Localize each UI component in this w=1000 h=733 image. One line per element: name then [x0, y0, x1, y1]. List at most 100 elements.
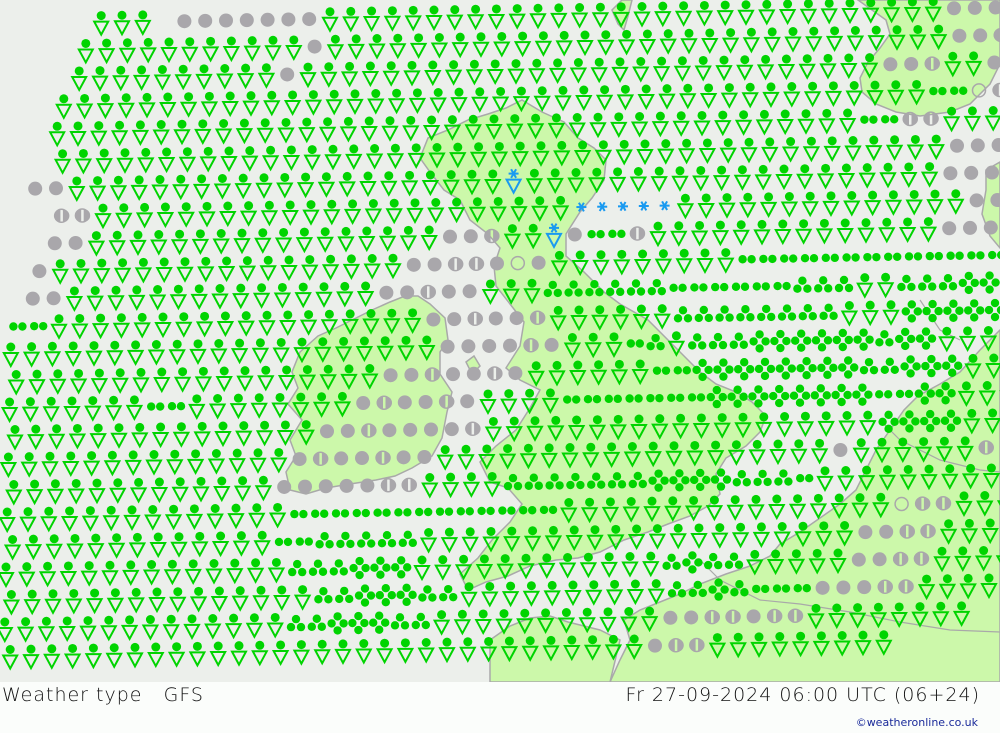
- rain-shower-icon: [812, 631, 831, 657]
- rain-shower-icon: [561, 443, 579, 469]
- partly-cloudy-icon: [689, 637, 705, 653]
- rain-shower-icon: [696, 248, 714, 275]
- rain-shower-icon: [85, 341, 103, 367]
- rain-shower-icon: [442, 170, 460, 196]
- rain-shower-icon: [84, 643, 103, 670]
- rain-shower-icon: [147, 642, 165, 669]
- credit-link[interactable]: ©weatheronline.co.uk: [856, 716, 978, 729]
- partly-cloudy-icon: [53, 208, 70, 224]
- rain-shower-icon: [170, 229, 189, 256]
- rain-shower-icon: [417, 638, 435, 664]
- rain-shower-icon: [511, 141, 529, 168]
- heavy-rain-icon: [769, 384, 790, 408]
- rain-shower-icon: [134, 257, 153, 284]
- rain-shower-icon: [385, 198, 403, 225]
- rain-shower-icon: [51, 259, 69, 285]
- light-rain-icon: [690, 283, 708, 292]
- rain-shower-icon: [0, 507, 16, 534]
- rain-shower-icon: [815, 521, 833, 547]
- rain-shower-icon: [251, 338, 270, 364]
- rain-shower-icon: [808, 548, 826, 575]
- moderate-rain-icon: [626, 279, 646, 296]
- rain-shower-icon: [981, 518, 999, 545]
- rain-shower-icon: [27, 424, 45, 451]
- rain-shower-icon: [466, 4, 485, 31]
- rain-shower-icon: [900, 162, 918, 189]
- heavy-rain-icon: [811, 329, 833, 352]
- rain-shower-icon: [493, 31, 511, 58]
- rain-shower-icon: [481, 581, 499, 608]
- heavy-rain-icon: [749, 330, 770, 353]
- overcast-icon: [460, 394, 475, 409]
- light-rain-icon: [290, 509, 308, 519]
- rain-shower-icon: [630, 414, 648, 441]
- heavy-rain-icon: [369, 611, 390, 634]
- rain-shower-icon: [157, 147, 176, 174]
- rain-shower-icon: [807, 603, 825, 630]
- rain-shower-icon: [862, 0, 880, 24]
- moderate-rain-icon: [585, 280, 604, 297]
- rain-shower-icon: [976, 491, 994, 517]
- rain-shower-icon: [486, 59, 504, 86]
- rain-shower-icon: [956, 436, 974, 463]
- rain-shower-icon: [550, 3, 568, 30]
- rain-shower-icon: [773, 522, 791, 548]
- rain-shower-icon: [768, 494, 786, 521]
- rain-shower-icon: [135, 202, 154, 229]
- rain-shower-icon: [926, 189, 944, 216]
- rain-shower-icon: [633, 249, 652, 276]
- rain-shower-icon: [409, 33, 428, 59]
- heavy-rain-icon: [810, 384, 831, 407]
- partly-cloudy-icon: [935, 496, 952, 511]
- rain-shower-icon: [178, 147, 197, 173]
- rain-shower-icon: [959, 573, 977, 600]
- rain-shower-icon: [459, 637, 477, 663]
- rain-shower-icon: [882, 0, 901, 24]
- rain-shower-icon: [737, 0, 755, 26]
- rain-shower-icon: [693, 110, 711, 137]
- rain-shower-icon: [88, 478, 106, 505]
- heavy-rain-icon: [708, 578, 729, 601]
- rain-shower-icon: [451, 32, 469, 59]
- partly-cloudy-icon: [380, 477, 397, 493]
- heavy-rain-icon: [900, 355, 921, 378]
- rain-shower-icon: [0, 397, 19, 424]
- rain-shower-icon: [720, 83, 739, 109]
- rain-shower-icon: [267, 557, 286, 584]
- rain-shower-icon: [427, 198, 445, 224]
- rain-shower-icon: [984, 106, 1000, 132]
- rain-shower-icon: [794, 219, 813, 245]
- rain-shower-icon: [600, 552, 618, 578]
- rain-shower-icon: [432, 610, 451, 636]
- rain-shower-icon: [769, 439, 787, 466]
- rain-shower-icon: [632, 304, 651, 331]
- rain-shower-icon: [115, 203, 133, 229]
- rain-shower-icon: [242, 91, 260, 117]
- rain-shower-icon: [623, 442, 642, 468]
- light-rain-icon: [988, 250, 1000, 260]
- rain-shower-icon: [204, 614, 222, 640]
- rain-shower-icon: [582, 442, 600, 469]
- rain-shower-icon: [563, 333, 582, 359]
- rain-shower-icon: [935, 436, 954, 463]
- rain-shower-icon: [503, 526, 521, 553]
- light-rain-icon: [587, 230, 605, 239]
- rain-shower-icon: [304, 90, 323, 116]
- rain-shower-icon: [569, 58, 588, 84]
- rain-shower-icon: [94, 203, 112, 230]
- rain-shower-icon: [206, 504, 224, 530]
- heavy-rain-icon: [920, 409, 941, 433]
- rain-shower-icon: [273, 585, 291, 612]
- heavy-rain-icon: [964, 299, 985, 322]
- rain-shower-icon: [334, 639, 352, 666]
- rain-shower-icon: [317, 172, 336, 198]
- rain-shower-icon: [697, 193, 715, 220]
- rain-shower-icon: [87, 533, 105, 560]
- rain-shower-icon: [79, 616, 97, 642]
- rain-shower-icon: [964, 353, 982, 380]
- rain-shower-icon: [152, 120, 170, 146]
- rain-shower-icon: [726, 495, 744, 521]
- rain-shower-icon: [794, 521, 812, 548]
- rain-shower-icon: [19, 507, 37, 533]
- rain-shower-icon: [255, 173, 273, 199]
